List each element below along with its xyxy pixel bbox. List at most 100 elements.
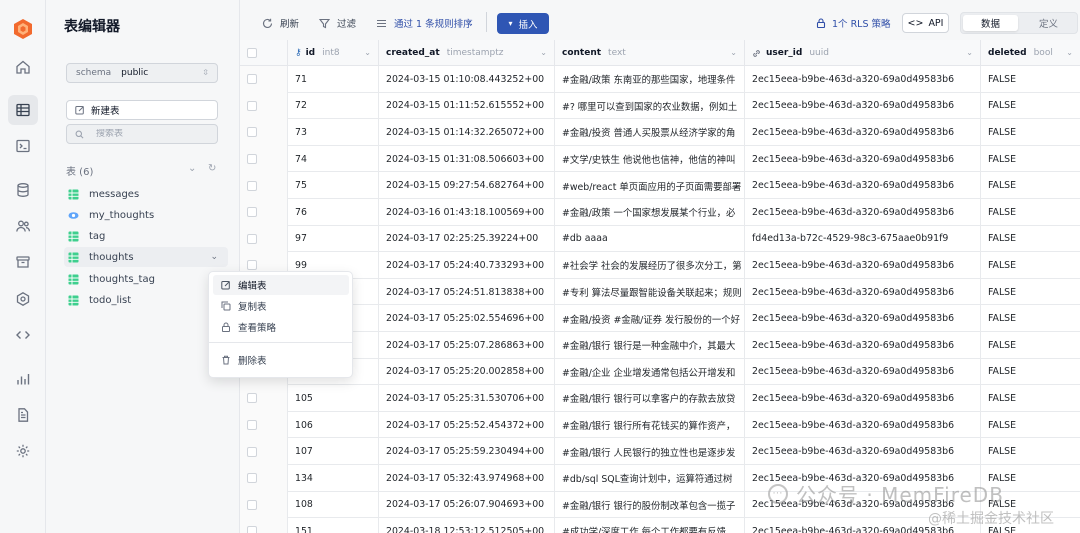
- table-cell-created-at[interactable]: 2024-03-18 12:53:12.512505+00: [379, 518, 555, 533]
- table-row[interactable]: 75 2024-03-15 09:27:54.682764+00 #web/reac…: [240, 172, 1080, 199]
- table-row[interactable]: 71 2024-03-15 01:10:08.443252+00 #金融/政策 东南…: [240, 66, 1080, 93]
- table-cell-user-id[interactable]: 2ec15eea-b9be-463d-a320-69a0d49583b6: [745, 358, 981, 386]
- storage-icon[interactable]: [8, 247, 38, 277]
- table-row[interactable]: 1012024-03-17 05:25:02.554696+00#金融/投资 #…: [240, 305, 1080, 332]
- row-checkbox[interactable]: [247, 420, 257, 431]
- select-all-checkbox[interactable]: [247, 48, 257, 58]
- table-cell-id[interactable]: 73: [288, 119, 379, 146]
- chevron-down-icon[interactable]: ⌄: [730, 48, 737, 57]
- row-checkbox[interactable]: [247, 74, 257, 85]
- table-cell-content[interactable]: #金融/银行 银行是一种金融中介，其最大: [555, 332, 745, 359]
- chevron-down-icon[interactable]: ⌄: [966, 48, 973, 57]
- table-row[interactable]: 76 2024-03-16 01:43:18.100569+00 #金融/政策 一个…: [240, 199, 1080, 226]
- table-cell-deleted[interactable]: FALSE: [981, 172, 1080, 199]
- table-row[interactable]: 1002024-03-17 05:24:51.813838+00#专利 算法尽量…: [240, 278, 1080, 306]
- column-header-user-id[interactable]: user_id uuid ⌄: [745, 40, 981, 66]
- app-logo-icon[interactable]: [12, 18, 34, 40]
- table-cell-created-at[interactable]: 2024-03-17 05:32:43.974968+00: [379, 465, 555, 492]
- refresh-button[interactable]: 刷新: [262, 16, 299, 30]
- table-cell-user-id[interactable]: 2ec15eea-b9be-463d-a320-69a0d49583b6: [745, 172, 981, 199]
- table-cell-id[interactable]: 74: [288, 145, 379, 173]
- docs-icon[interactable]: [8, 400, 38, 430]
- table-cell-user-id[interactable]: 2ec15eea-b9be-463d-a320-69a0d49583b6: [745, 385, 981, 412]
- insert-button[interactable]: ▾ 插入: [497, 13, 549, 34]
- table-cell-id[interactable]: 76: [288, 199, 379, 226]
- row-checkbox[interactable]: [247, 180, 257, 191]
- table-row[interactable]: 105 2024-03-17 05:25:31.530706+00 #金融/银行 银…: [240, 385, 1080, 412]
- tab-definition[interactable]: 定义: [1021, 15, 1076, 31]
- table-cell-user-id[interactable]: 2ec15eea-b9be-463d-a320-69a0d49583b6: [745, 199, 981, 226]
- row-checkbox[interactable]: [247, 446, 257, 457]
- chevron-down-icon[interactable]: ⌄: [540, 48, 547, 57]
- table-cell-user-id[interactable]: 2ec15eea-b9be-463d-a320-69a0d49583b6: [745, 411, 981, 439]
- table-cell-content[interactable]: #专利 算法尽量跟智能设备关联起来；规则: [555, 278, 745, 306]
- row-select-cell[interactable]: [240, 199, 288, 226]
- table-cell-deleted[interactable]: FALSE: [981, 412, 1080, 439]
- database-icon[interactable]: [8, 175, 38, 205]
- sort-button[interactable]: 通过 1 条规则排序: [376, 16, 473, 30]
- table-cell-content[interactable]: #成功学/深度工作 每个工作都要有反馈: [555, 518, 745, 533]
- table-cell-id[interactable]: 151: [288, 518, 379, 533]
- table-cell-user-id[interactable]: 2ec15eea-b9be-463d-a320-69a0d49583b6: [745, 305, 981, 332]
- row-checkbox[interactable]: [247, 260, 257, 271]
- row-select-cell[interactable]: [240, 411, 288, 439]
- table-item-thoughts-tag[interactable]: thoughts_tag: [64, 269, 228, 289]
- row-select-cell[interactable]: [240, 225, 288, 253]
- table-row[interactable]: 72 2024-03-15 01:11:52.615552+00 #? 哪里可以查到…: [240, 92, 1080, 120]
- table-cell-id[interactable]: 97: [288, 225, 379, 253]
- table-cell-deleted[interactable]: FALSE: [981, 359, 1080, 386]
- row-checkbox[interactable]: [247, 499, 257, 510]
- table-search-box[interactable]: [66, 124, 218, 144]
- row-select-cell[interactable]: [240, 145, 288, 173]
- table-cell-created-at[interactable]: 2024-03-17 05:25:02.554696+00: [379, 305, 555, 332]
- menu-item-edit-table[interactable]: 编辑表: [213, 275, 349, 295]
- functions-icon[interactable]: [8, 284, 38, 314]
- table-cell-created-at[interactable]: 2024-03-17 05:25:31.530706+00: [379, 385, 555, 412]
- row-select-cell[interactable]: [240, 438, 288, 465]
- table-cell-user-id[interactable]: 2ec15eea-b9be-463d-a320-69a0d49583b6: [745, 332, 981, 359]
- table-cell-id[interactable]: 105: [288, 385, 379, 412]
- table-cell-content[interactable]: #db aaaa: [555, 225, 745, 253]
- table-cell-deleted[interactable]: FALSE: [981, 438, 1080, 465]
- api-button[interactable]: <> API: [902, 13, 949, 33]
- table-cell-created-at[interactable]: 2024-03-15 01:14:32.265072+00: [379, 119, 555, 146]
- table-item-tag[interactable]: tag: [64, 226, 228, 246]
- table-cell-content[interactable]: #db/sql SQL查询计划中，运算符通过树: [555, 465, 745, 492]
- table-cell-created-at[interactable]: 2024-03-17 05:24:51.813838+00: [379, 278, 555, 306]
- table-cell-content[interactable]: #金融/企业 企业增发通常包括公开增发和: [555, 358, 745, 386]
- row-checkbox[interactable]: [247, 127, 257, 138]
- table-cell-content[interactable]: #金融/投资 #金融/证券 发行股份的一个好: [555, 305, 745, 332]
- collapse-all-icon[interactable]: ⌄: [188, 163, 196, 174]
- table-cell-user-id[interactable]: 2ec15eea-b9be-463d-a320-69a0d49583b6: [745, 119, 981, 146]
- table-cell-deleted[interactable]: FALSE: [981, 93, 1080, 120]
- users-icon[interactable]: [8, 211, 38, 241]
- code-icon[interactable]: [8, 320, 38, 350]
- table-cell-content[interactable]: #? 哪里可以查到国家的农业数据，例如土: [555, 92, 745, 120]
- row-checkbox[interactable]: [247, 154, 257, 165]
- column-header-content[interactable]: content text ⌄: [555, 40, 745, 66]
- table-row[interactable]: 106 2024-03-17 05:25:52.454372+00 #金融/银行 银…: [240, 411, 1080, 439]
- chevron-down-icon[interactable]: ⌄: [364, 48, 371, 57]
- table-editor-icon[interactable]: [8, 95, 38, 125]
- table-cell-created-at[interactable]: 2024-03-17 02:25:25.39224+00: [379, 225, 555, 253]
- table-cell-created-at[interactable]: 2024-03-17 05:25:20.002858+00: [379, 358, 555, 386]
- table-cell-id[interactable]: 72: [288, 92, 379, 120]
- row-checkbox[interactable]: [247, 233, 257, 244]
- table-cell-user-id[interactable]: 2ec15eea-b9be-463d-a320-69a0d49583b6: [745, 145, 981, 173]
- table-row[interactable]: 107 2024-03-17 05:25:59.230494+00 #金融/银行 人…: [240, 438, 1080, 465]
- menu-item-view-policies[interactable]: 查看策略: [213, 317, 349, 337]
- tab-data[interactable]: 数据: [963, 15, 1018, 31]
- select-all-cell[interactable]: [240, 40, 288, 66]
- table-cell-created-at[interactable]: 2024-03-17 05:24:40.733293+00: [379, 252, 555, 279]
- table-cell-deleted[interactable]: FALSE: [981, 305, 1080, 332]
- row-select-cell[interactable]: [240, 92, 288, 120]
- table-item-thoughts[interactable]: thoughts ⌄: [64, 247, 228, 267]
- table-cell-created-at[interactable]: 2024-03-15 01:10:08.443252+00: [379, 66, 555, 93]
- table-cell-deleted[interactable]: FALSE: [981, 66, 1080, 93]
- table-cell-content[interactable]: #金融/银行 人民银行的独立性也是逐步发: [555, 438, 745, 465]
- table-cell-created-at[interactable]: 2024-03-15 01:31:08.506603+00: [379, 145, 555, 173]
- table-row[interactable]: 74 2024-03-15 01:31:08.506603+00 #文学/史铁生 他…: [240, 145, 1080, 173]
- table-cell-created-at[interactable]: 2024-03-15 01:11:52.615552+00: [379, 92, 555, 120]
- table-cell-created-at[interactable]: 2024-03-17 05:26:07.904693+00: [379, 491, 555, 519]
- table-item-messages[interactable]: messages: [64, 184, 228, 204]
